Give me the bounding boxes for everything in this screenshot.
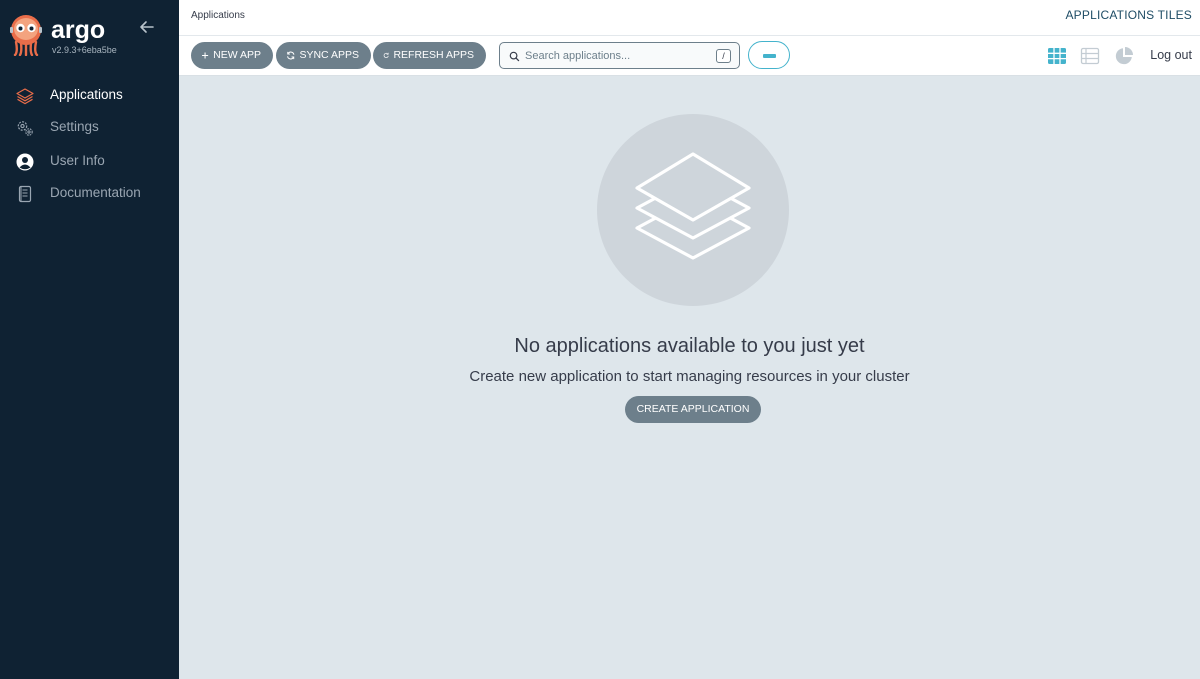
new-app-label: NEW APP <box>213 49 261 61</box>
create-application-button[interactable]: CREATE APPLICATION <box>625 396 761 423</box>
argo-mascot-icon <box>10 15 42 56</box>
empty-state-illustration <box>597 114 789 306</box>
page-title: APPLICATIONS TILES <box>1065 8 1192 22</box>
arrow-left-icon[interactable] <box>137 17 157 37</box>
search-shortcut-key: / <box>716 49 731 63</box>
new-app-button[interactable]: NEW APP <box>191 42 273 69</box>
logout-button[interactable]: Log out <box>1150 47 1192 63</box>
refresh-apps-label: REFRESH APPS <box>393 49 474 61</box>
app-version: v2.9.3+6eba5be <box>52 45 117 55</box>
sidebar-nav: Applications Settings User Info Document… <box>0 80 179 210</box>
top-header: Applications APPLICATIONS TILES <box>179 0 1200 36</box>
sync-icon <box>287 51 295 60</box>
breadcrumb[interactable]: Applications <box>191 9 245 22</box>
gears-icon <box>17 121 33 136</box>
sync-apps-button[interactable]: SYNC APPS <box>276 42 371 69</box>
sidebar-item-settings[interactable]: Settings <box>0 112 179 144</box>
toolbar: NEW APP SYNC APPS REFRESH APPS / <box>179 36 1200 76</box>
plus-icon <box>202 52 209 59</box>
refresh-icon <box>383 52 389 58</box>
sidebar-item-label: Applications <box>50 87 123 102</box>
sidebar-item-label: User Info <box>50 153 105 168</box>
filter-bar-icon <box>763 54 776 58</box>
sidebar-item-user-info[interactable]: User Info <box>0 146 179 178</box>
list-view-icon[interactable] <box>1080 46 1100 66</box>
sidebar-item-documentation[interactable]: Documentation <box>0 178 179 210</box>
sidebar: argo v2.9.3+6eba5be Applications Setting… <box>0 0 179 679</box>
sidebar-item-applications[interactable]: Applications <box>0 80 179 112</box>
tiles-view-icon[interactable] <box>1047 46 1067 66</box>
empty-state-subtitle: Create new application to start managing… <box>469 368 910 385</box>
layers-icon <box>635 152 751 260</box>
book-icon <box>18 185 32 203</box>
search-icon <box>509 51 520 62</box>
search-box[interactable]: / <box>499 42 740 69</box>
refresh-apps-button[interactable]: REFRESH APPS <box>373 42 486 69</box>
empty-state-title: No applications available to you just ye… <box>514 335 865 357</box>
sync-apps-label: SYNC APPS <box>299 49 359 61</box>
pie-chart-icon[interactable] <box>1114 46 1134 66</box>
sidebar-item-label: Documentation <box>50 185 141 200</box>
user-circle-icon <box>16 153 34 171</box>
search-input[interactable] <box>525 46 705 65</box>
layers-icon <box>16 88 34 105</box>
filter-button[interactable] <box>748 41 790 69</box>
logo-name: argo <box>51 16 106 44</box>
sidebar-item-label: Settings <box>50 119 99 134</box>
